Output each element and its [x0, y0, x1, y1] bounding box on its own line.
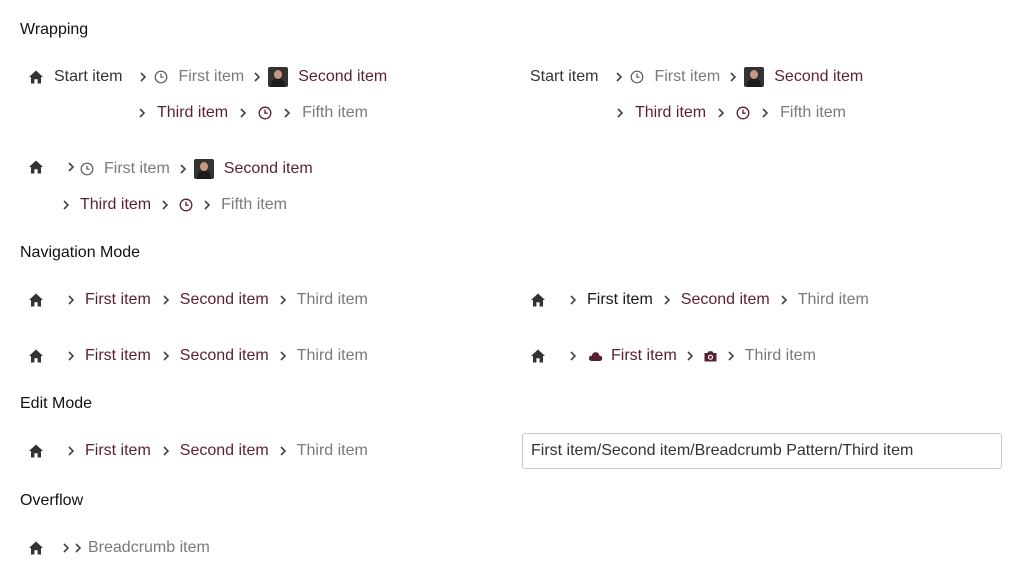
breadcrumb-wrap-2-row-2: Third item Fifth item [609, 101, 846, 125]
chevron-right-icon [272, 446, 294, 456]
breadcrumb-wrap-2: Start item First item Second item [530, 65, 863, 89]
breadcrumb-nav-2: First item Second item Third item [530, 288, 869, 312]
home-icon[interactable] [530, 348, 546, 364]
breadcrumb-second-item[interactable]: Second item [298, 68, 387, 86]
breadcrumb-second-item[interactable]: Second item [180, 442, 269, 460]
chevron-right-icon [196, 200, 218, 210]
breadcrumb-first-item[interactable]: First item [104, 160, 170, 178]
breadcrumb-wrap-1: Start item First item Second item [28, 65, 387, 89]
breadcrumb-edit: First item Second item Third item [28, 439, 368, 463]
chevron-right-icon [562, 295, 584, 305]
breadcrumb-third-item[interactable]: Third item [297, 347, 368, 365]
breadcrumb-wrap-1-row-2: Third item Fifth item [131, 101, 368, 125]
chevron-right-icon [60, 446, 82, 456]
home-icon[interactable] [28, 443, 44, 459]
clock-icon [80, 162, 94, 176]
camera-icon[interactable] [703, 349, 718, 363]
chevron-right-icon [679, 351, 701, 361]
chevron-right-icon [246, 72, 268, 82]
breadcrumb-second-item[interactable]: Second item [180, 347, 269, 365]
avatar-image [744, 67, 765, 87]
home-icon[interactable] [28, 292, 44, 308]
home-icon[interactable] [28, 540, 44, 556]
breadcrumb-nav-1: First item Second item Third item [28, 288, 368, 312]
breadcrumb-third-item[interactable]: Third item [80, 196, 151, 214]
section-title-navigation-mode: Navigation Mode [20, 244, 141, 261]
clock-icon [154, 70, 168, 84]
avatar-image [193, 159, 214, 179]
breadcrumb-first-item[interactable]: First item [178, 68, 244, 86]
breadcrumb-nav-4: First item Third item [530, 344, 816, 368]
breadcrumb-overflow: Breadcrumb item [28, 536, 210, 560]
breadcrumb-third-item[interactable]: Third item [745, 347, 816, 365]
chevron-right-icon [155, 295, 177, 305]
chevron-right-icon [609, 108, 631, 118]
section-title-edit-mode: Edit Mode [20, 395, 93, 412]
breadcrumb-edit-field[interactable]: First item/Second item/Breadcrumb Patter… [522, 433, 1002, 469]
chevron-right-icon [710, 108, 732, 118]
breadcrumb-first-item[interactable]: First item [85, 291, 151, 309]
breadcrumb-second-item[interactable]: Second item [774, 68, 863, 86]
avatar-image [268, 67, 289, 87]
breadcrumb-first-item[interactable]: First item [85, 442, 151, 460]
breadcrumb-wrap-3-items: First item Second item [80, 157, 313, 181]
home-icon[interactable] [530, 292, 546, 308]
chevron-right-icon [155, 446, 177, 456]
chevron-right-icon [276, 108, 298, 118]
chevron-right-icon [773, 295, 795, 305]
breadcrumb-wrap-3 [28, 155, 82, 179]
breadcrumb-second-item[interactable]: Second item [681, 291, 770, 309]
breadcrumb-third-item[interactable]: Third item [635, 104, 706, 122]
clock-icon[interactable] [258, 106, 272, 120]
chevron-right-icon [562, 351, 584, 361]
chevron-right-icon [155, 351, 177, 361]
home-icon[interactable] [28, 159, 44, 175]
chevron-right-icon [720, 351, 742, 361]
chevron-right-icon [60, 543, 72, 553]
chevron-right-icon [722, 72, 744, 82]
chevron-right-icon [232, 108, 254, 118]
chevron-right-icon [55, 200, 77, 210]
chevron-right-icon [132, 72, 154, 82]
chevron-right-icon [656, 295, 678, 305]
clock-icon [630, 70, 644, 84]
breadcrumb-third-item[interactable]: Third item [297, 442, 368, 460]
breadcrumb-third-item[interactable]: Third item [157, 104, 228, 122]
chevron-right-icon [172, 164, 194, 174]
breadcrumb-fifth-item[interactable]: Fifth item [302, 104, 368, 122]
breadcrumb-nav-3: First item Second item Third item [28, 344, 368, 368]
clock-icon[interactable] [179, 198, 193, 212]
section-title-overflow: Overflow [20, 492, 84, 509]
home-icon[interactable] [28, 348, 44, 364]
home-icon[interactable] [28, 69, 44, 85]
breadcrumb-second-item[interactable]: Second item [180, 291, 269, 309]
breadcrumb-third-item[interactable]: Third item [297, 291, 368, 309]
chevron-right-icon [608, 72, 630, 82]
clock-icon[interactable] [736, 106, 750, 120]
chevron-right-icon [272, 351, 294, 361]
cloud-icon [588, 349, 603, 363]
chevron-right-icon [131, 108, 153, 118]
breadcrumb-start-item[interactable]: Start item [530, 68, 598, 86]
breadcrumb-first-item[interactable]: First item [587, 291, 653, 309]
breadcrumb-second-item[interactable]: Second item [224, 160, 313, 178]
breadcrumb-third-item[interactable]: Third item [798, 291, 869, 309]
chevron-right-icon [60, 162, 82, 172]
breadcrumb-first-item[interactable]: First item [611, 347, 677, 365]
chevron-right-icon [754, 108, 776, 118]
overflow-chevron-icon[interactable] [72, 543, 84, 553]
chevron-right-icon [60, 295, 82, 305]
breadcrumb-wrap-3-row-2: Third item Fifth item [55, 193, 287, 217]
breadcrumb-first-item[interactable]: First item [85, 347, 151, 365]
chevron-right-icon [154, 200, 176, 210]
breadcrumb-fifth-item[interactable]: Fifth item [780, 104, 846, 122]
breadcrumb-first-item[interactable]: First item [654, 68, 720, 86]
breadcrumb-item[interactable]: Breadcrumb item [88, 539, 210, 557]
chevron-right-icon [272, 295, 294, 305]
section-title-wrapping: Wrapping [20, 21, 89, 38]
chevron-right-icon [60, 351, 82, 361]
breadcrumb-start-item[interactable]: Start item [54, 68, 122, 86]
breadcrumb-fifth-item[interactable]: Fifth item [221, 196, 287, 214]
